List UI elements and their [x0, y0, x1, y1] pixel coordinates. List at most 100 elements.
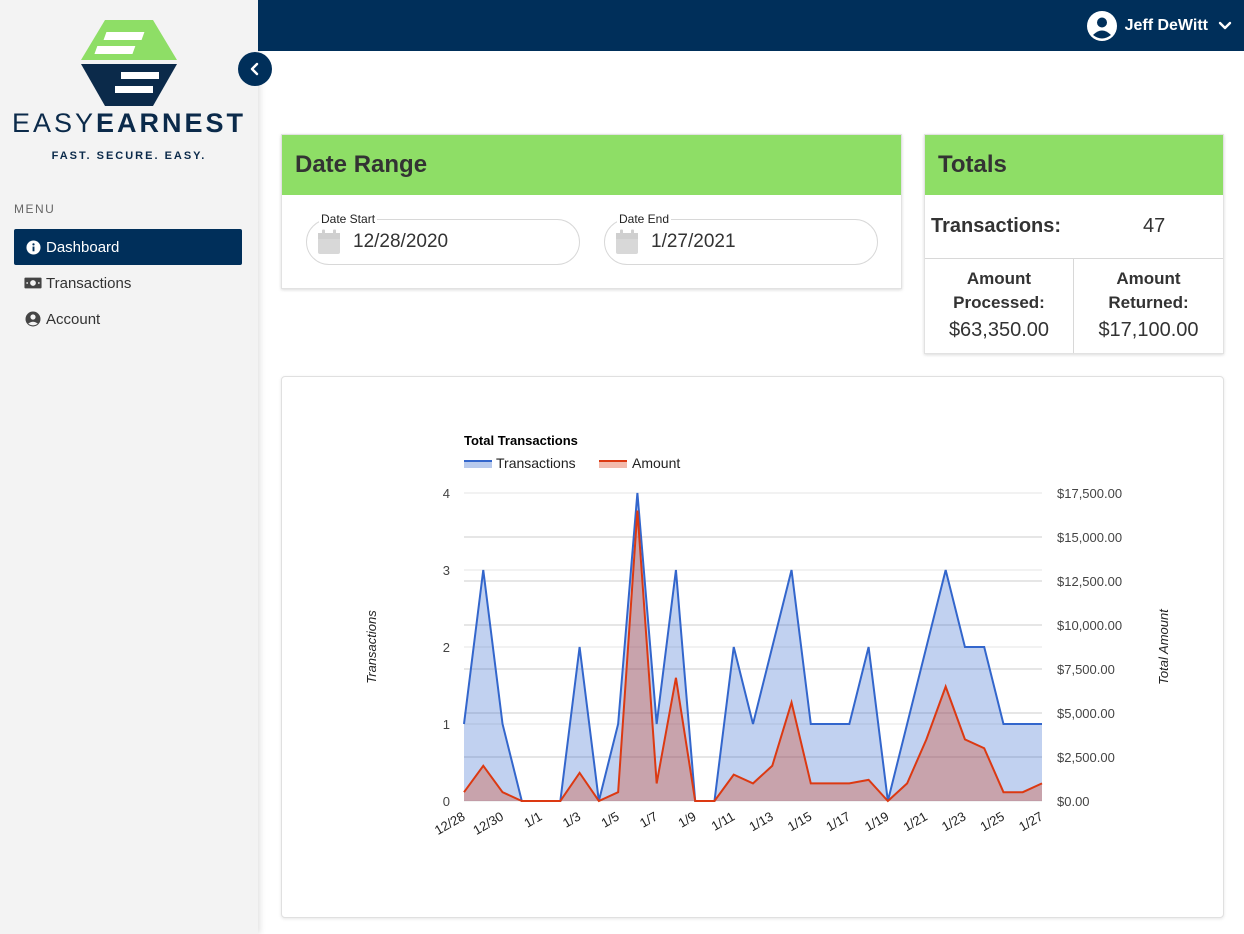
- data-point-amount[interactable]: [846, 780, 852, 786]
- date-end-label: Date End: [617, 212, 672, 226]
- data-point-transactions[interactable]: [1020, 721, 1026, 727]
- x-tick-label: 1/21: [900, 809, 929, 835]
- user-menu[interactable]: Jeff DeWitt: [1086, 10, 1232, 42]
- brand-tagline: FAST. SECURE. EASY.: [51, 150, 207, 162]
- data-point-amount[interactable]: [596, 798, 602, 804]
- data-point-amount[interactable]: [480, 763, 486, 769]
- user-name: Jeff DeWitt: [1124, 17, 1208, 34]
- data-point-amount[interactable]: [827, 780, 833, 786]
- sidebar-item-dashboard[interactable]: Dashboard: [14, 229, 242, 265]
- data-point-transactions[interactable]: [461, 721, 467, 727]
- data-point-amount[interactable]: [808, 780, 814, 786]
- date-range-title: Date Range: [282, 135, 901, 195]
- x-tick-label: 1/11: [709, 809, 738, 834]
- data-point-amount[interactable]: [885, 798, 891, 804]
- y-left-tick-label: 2: [443, 640, 450, 655]
- legend-label-transactions[interactable]: Transactions: [496, 455, 576, 471]
- data-point-amount[interactable]: [769, 763, 775, 769]
- calendar-icon: [318, 229, 340, 254]
- y-right-tick-label: $12,500.00: [1057, 574, 1122, 589]
- x-tick-label: 1/5: [598, 809, 621, 831]
- sidebar-item-account[interactable]: Account: [14, 301, 242, 337]
- data-point-amount[interactable]: [461, 789, 467, 795]
- date-end-field[interactable]: Date End 1/27/2021: [604, 212, 878, 265]
- data-point-amount[interactable]: [1039, 780, 1045, 786]
- y-left-tick-label: 0: [443, 794, 450, 809]
- x-tick-label: 1/27: [1016, 809, 1045, 835]
- data-point-transactions[interactable]: [769, 644, 775, 650]
- date-start-value: 12/28/2020: [353, 231, 449, 252]
- x-tick-label: 1/9: [676, 809, 699, 831]
- data-point-amount[interactable]: [904, 780, 910, 786]
- data-point-transactions[interactable]: [866, 644, 872, 650]
- data-point-amount[interactable]: [557, 798, 563, 804]
- amount-returned-cell: Amount Returned: $17,100.00: [1074, 259, 1223, 353]
- y-axis-left-label: Transactions: [364, 610, 379, 684]
- date-start-field[interactable]: Date Start 12/28/2020: [306, 212, 580, 265]
- chart-card: Total Transactions Transactions Amount T…: [281, 376, 1224, 918]
- x-tick-label: 12/30: [470, 809, 506, 838]
- data-point-transactions[interactable]: [480, 567, 486, 573]
- data-point-transactions[interactable]: [731, 644, 737, 650]
- data-point-transactions[interactable]: [827, 721, 833, 727]
- data-point-amount[interactable]: [923, 736, 929, 742]
- data-point-amount[interactable]: [981, 745, 987, 751]
- data-point-amount[interactable]: [538, 798, 544, 804]
- data-point-amount[interactable]: [634, 508, 640, 514]
- data-point-amount[interactable]: [962, 736, 968, 742]
- info-icon: [24, 239, 42, 255]
- y-right-tick-label: $17,500.00: [1057, 486, 1122, 501]
- data-point-transactions[interactable]: [500, 721, 506, 727]
- sidebar-item-transactions[interactable]: Transactions: [14, 265, 242, 301]
- user-avatar-icon: [1086, 11, 1117, 41]
- brand-logo: [0, 14, 258, 115]
- data-point-amount[interactable]: [673, 675, 679, 681]
- date-end-value: 1/27/2021: [651, 231, 736, 252]
- x-tick-label: 1/25: [978, 809, 1007, 835]
- data-point-transactions[interactable]: [789, 567, 795, 573]
- data-point-transactions[interactable]: [654, 721, 660, 727]
- data-point-amount[interactable]: [943, 684, 949, 690]
- data-point-amount[interactable]: [1020, 789, 1026, 795]
- sidebar-item-label: Transactions: [46, 274, 132, 292]
- data-point-transactions[interactable]: [577, 644, 583, 650]
- y-right-tick-label: $7,500.00: [1057, 662, 1115, 677]
- data-point-amount[interactable]: [500, 789, 506, 795]
- data-point-transactions[interactable]: [846, 721, 852, 727]
- data-point-amount[interactable]: [750, 780, 756, 786]
- data-point-transactions[interactable]: [904, 721, 910, 727]
- data-point-transactions[interactable]: [981, 644, 987, 650]
- top-bar: Jeff DeWitt: [258, 0, 1244, 51]
- data-point-transactions[interactable]: [615, 721, 621, 727]
- chevron-left-icon: [250, 62, 259, 76]
- data-point-amount[interactable]: [654, 780, 660, 786]
- data-point-amount[interactable]: [711, 798, 717, 804]
- collapse-sidebar-button[interactable]: [238, 52, 272, 86]
- data-point-transactions[interactable]: [673, 567, 679, 573]
- data-point-amount[interactable]: [519, 798, 525, 804]
- data-point-transactions[interactable]: [750, 721, 756, 727]
- data-point-transactions[interactable]: [1000, 721, 1006, 727]
- calendar-icon: [616, 229, 638, 254]
- data-point-amount[interactable]: [866, 777, 872, 783]
- y-right-tick-label: $2,500.00: [1057, 750, 1115, 765]
- x-tick-label: 1/17: [823, 809, 852, 835]
- legend-label-amount[interactable]: Amount: [632, 455, 680, 471]
- legend-swatch-transactions: [464, 461, 492, 468]
- data-point-transactions[interactable]: [634, 490, 640, 496]
- data-point-transactions[interactable]: [1039, 721, 1045, 727]
- data-point-amount[interactable]: [731, 772, 737, 778]
- y-right-tick-label: $5,000.00: [1057, 706, 1115, 721]
- user-circle-icon: [24, 311, 42, 327]
- x-tick-label: 1/19: [862, 809, 891, 835]
- data-point-amount[interactable]: [615, 789, 621, 795]
- data-point-amount[interactable]: [577, 770, 583, 776]
- data-point-amount[interactable]: [1000, 789, 1006, 795]
- data-point-amount[interactable]: [692, 798, 698, 804]
- data-point-amount[interactable]: [789, 699, 795, 705]
- data-point-transactions[interactable]: [943, 567, 949, 573]
- data-point-transactions[interactable]: [808, 721, 814, 727]
- money-icon: [24, 275, 42, 291]
- data-point-transactions[interactable]: [962, 644, 968, 650]
- data-point-transactions[interactable]: [923, 644, 929, 650]
